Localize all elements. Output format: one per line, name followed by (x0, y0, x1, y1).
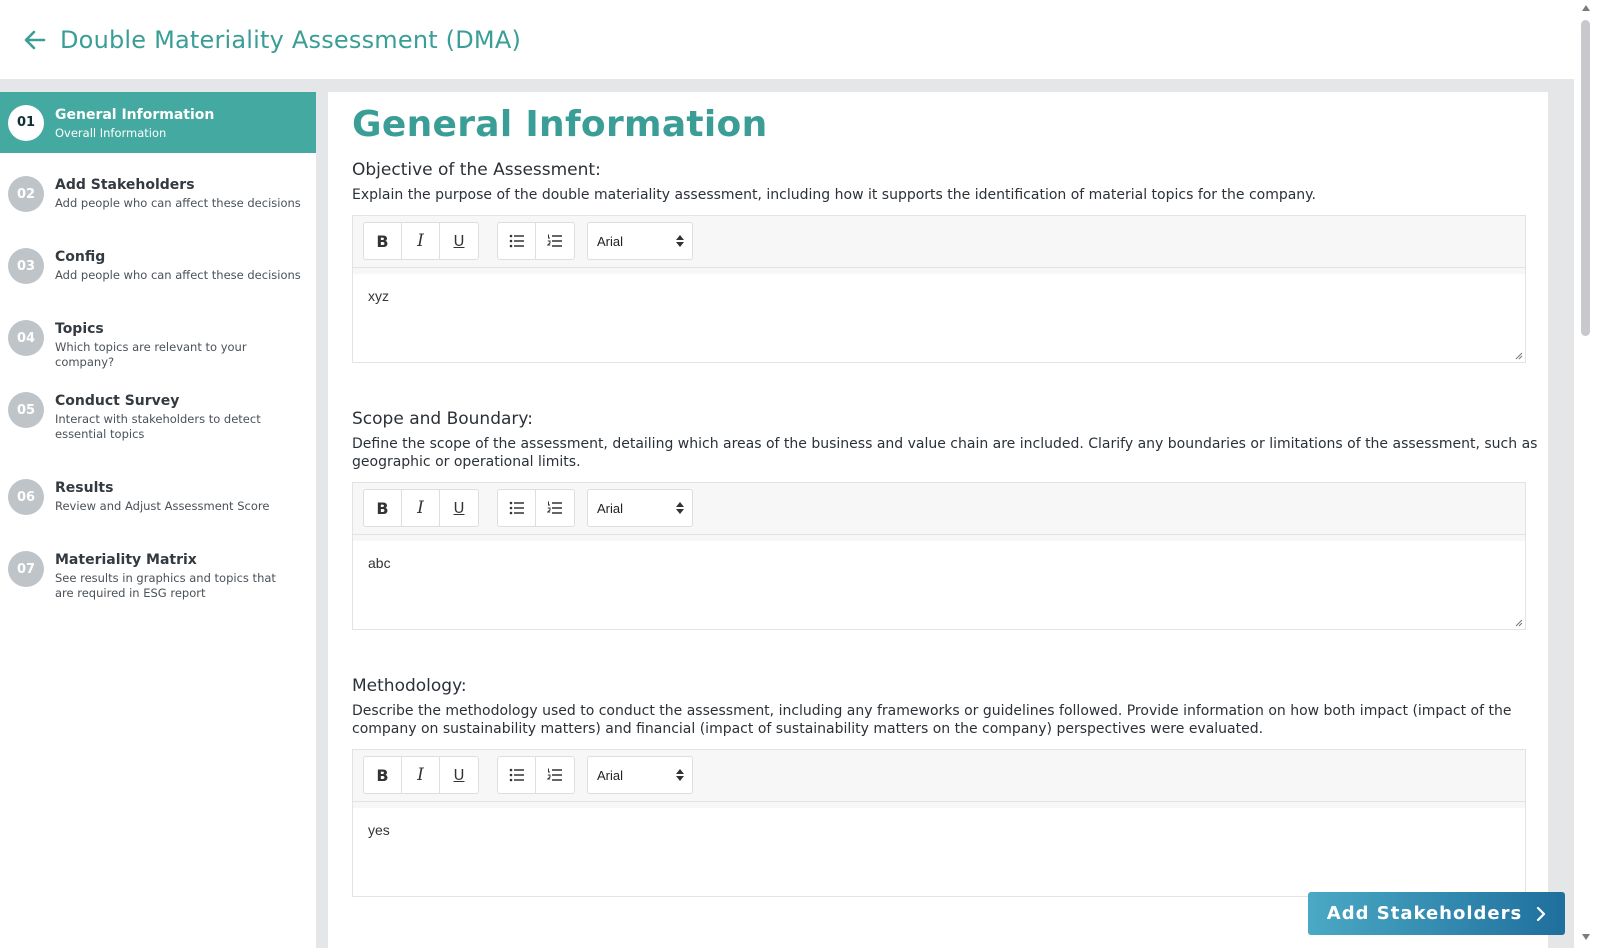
numbered-list-icon (547, 501, 562, 514)
rich-text-editor: B I U Arial (352, 481, 1526, 630)
field-description: Describe the methodology used to conduct… (352, 702, 1512, 738)
objective-textarea[interactable]: xyz (353, 267, 1525, 362)
page-scrollbar[interactable] (1574, 0, 1600, 948)
scope-textarea[interactable]: abc (353, 534, 1525, 629)
font-family-select[interactable]: Arial (587, 489, 693, 527)
chevron-right-icon (1537, 906, 1546, 921)
numbered-list-button[interactable] (536, 757, 574, 793)
bulleted-list-icon (509, 234, 524, 248)
step-subtitle: See results in graphics and topics that … (55, 571, 276, 600)
step-title: Topics (55, 321, 104, 337)
step-subtitle: Add people who can affect these decision… (55, 268, 301, 282)
field-description: Define the scope of the assessment, deta… (352, 435, 1538, 471)
step-materiality-matrix[interactable]: 07 Materiality Matrix See results in gra… (0, 539, 316, 626)
steps-sidebar: 01 General Information Overall Informati… (0, 92, 316, 948)
step-title: Add Stakeholders (55, 177, 195, 193)
italic-button[interactable]: I (402, 223, 440, 259)
numbered-list-icon (547, 234, 562, 247)
underline-button[interactable]: U (440, 757, 478, 793)
next-button-label: Add Stakeholders (1326, 903, 1523, 924)
objective-section: Objective of the Assessment: Explain the… (352, 158, 1526, 363)
methodology-section: Methodology: Describe the methodology us… (352, 674, 1526, 897)
step-topics[interactable]: 04 Topics Which topics are relevant to y… (0, 308, 316, 380)
top-header: Double Materiality Assessment (DMA) (0, 0, 1574, 79)
step-results[interactable]: 06 Results Review and Adjust Assessment … (0, 467, 316, 539)
step-title: Conduct Survey (55, 393, 180, 409)
field-label: Scope and Boundary: (352, 408, 533, 429)
italic-button[interactable]: I (402, 490, 440, 526)
step-title: Config (55, 249, 106, 265)
field-label: Objective of the Assessment: (352, 160, 601, 180)
font-family-value: Arial (597, 233, 624, 249)
numbered-list-button[interactable] (536, 223, 574, 259)
add-stakeholders-button[interactable]: Add Stakeholders (1308, 892, 1565, 935)
underline-button[interactable]: U (440, 490, 478, 526)
step-subtitle: Which topics are relevant to your compan… (55, 340, 247, 369)
step-add-stakeholders[interactable]: 02 Add Stakeholders Add people who can a… (0, 164, 316, 236)
step-number: 03 (8, 248, 44, 284)
bold-button[interactable]: B (364, 490, 402, 526)
step-subtitle: Review and Adjust Assessment Score (55, 499, 270, 513)
scope-section: Scope and Boundary: Define the scope of … (352, 407, 1537, 630)
resize-handle-icon[interactable] (1513, 350, 1523, 360)
main-panel: General Information Objective of the Ass… (328, 92, 1548, 948)
font-family-value: Arial (597, 500, 624, 516)
scroll-up-icon[interactable] (1582, 5, 1590, 11)
textarea-value: abc (368, 554, 391, 571)
section-heading: General Information (352, 104, 768, 145)
bulleted-list-button[interactable] (498, 223, 536, 259)
arrow-left-icon (24, 30, 46, 49)
step-title: General Information (55, 106, 215, 123)
editor-toolbar: B I U Arial (353, 749, 1525, 802)
font-family-select[interactable]: Arial (587, 756, 693, 794)
numbered-list-icon (547, 768, 562, 781)
bulleted-list-icon (509, 501, 524, 515)
bulleted-list-button[interactable] (498, 757, 536, 793)
resize-handle-icon[interactable] (1513, 617, 1523, 627)
bold-button[interactable]: B (364, 757, 402, 793)
back-button[interactable] (22, 27, 48, 53)
textarea-value: yes (368, 821, 390, 838)
italic-button[interactable]: I (402, 757, 440, 793)
step-number: 06 (8, 479, 44, 515)
select-caret-icon (676, 502, 684, 514)
bulleted-list-button[interactable] (498, 490, 536, 526)
step-subtitle: Overall Information (55, 125, 167, 140)
step-config[interactable]: 03 Config Add people who can affect thes… (0, 236, 316, 308)
methodology-textarea[interactable]: yes (353, 801, 1525, 896)
page-title: Double Materiality Assessment (DMA) (60, 25, 522, 54)
numbered-list-button[interactable] (536, 490, 574, 526)
select-caret-icon (676, 235, 684, 247)
font-family-select[interactable]: Arial (587, 222, 693, 260)
step-title: Materiality Matrix (55, 552, 197, 568)
bulleted-list-icon (509, 768, 524, 782)
step-general-information[interactable]: 01 General Information Overall Informati… (0, 92, 316, 153)
editor-toolbar: B I U Arial (353, 215, 1525, 268)
bold-button[interactable]: B (364, 223, 402, 259)
field-label: Methodology: (352, 675, 467, 696)
select-caret-icon (676, 769, 684, 781)
step-number: 01 (8, 104, 44, 141)
editor-toolbar: B I U Arial (353, 482, 1525, 535)
step-number: 05 (8, 392, 44, 428)
step-subtitle: Add people who can affect these decision… (55, 196, 301, 210)
underline-button[interactable]: U (440, 223, 478, 259)
step-conduct-survey[interactable]: 05 Conduct Survey Interact with stakehol… (0, 380, 316, 467)
step-number: 02 (8, 176, 44, 212)
step-number: 07 (8, 551, 44, 587)
font-family-value: Arial (597, 767, 624, 783)
step-subtitle: Interact with stakeholders to detect ess… (55, 412, 261, 441)
rich-text-editor: B I U Arial (352, 214, 1526, 363)
step-title: Results (55, 480, 114, 496)
scroll-down-icon[interactable] (1582, 934, 1590, 940)
textarea-value: xyz (368, 287, 389, 304)
rich-text-editor: B I U Arial (352, 748, 1526, 897)
field-description: Explain the purpose of the double materi… (352, 187, 1316, 203)
step-number: 04 (8, 320, 44, 356)
scroll-thumb[interactable] (1581, 20, 1590, 336)
